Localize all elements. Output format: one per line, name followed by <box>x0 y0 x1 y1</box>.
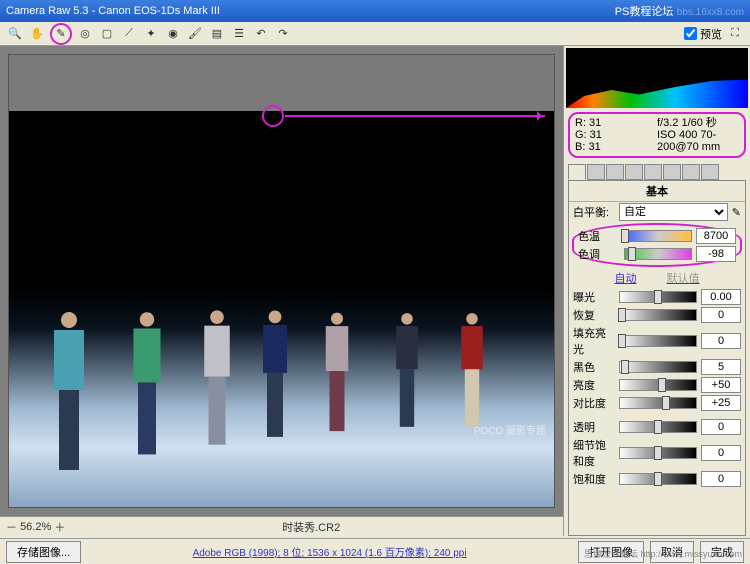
preview-pane: POCO 摄影专题 － 56.2% ＋ 时装秀.CR2 <box>0 46 564 536</box>
auto-link[interactable]: 自动 <box>615 270 637 286</box>
tint-value[interactable] <box>696 246 736 262</box>
rgb-r: R: 31 <box>575 117 657 129</box>
iso-info: ISO 400 70-200@70 mm <box>657 129 739 153</box>
preview-label: 预览 <box>700 26 722 42</box>
crop-icon[interactable]: ▢ <box>98 25 116 43</box>
watermark2: 思缘设计论坛 http://www.missyuan.com <box>584 547 742 560</box>
watermark: POCO 摄影专题 <box>474 422 546 437</box>
color-sampler-icon[interactable]: ◎ <box>76 25 94 43</box>
tab-preset[interactable] <box>701 164 719 180</box>
tab-detail[interactable] <box>606 164 624 180</box>
recovery-value[interactable] <box>701 307 741 323</box>
forum-label: PS教程论坛 <box>615 6 674 18</box>
white-balance-tool-icon[interactable]: ✎ <box>50 23 72 45</box>
rgb-g: G: 31 <box>575 129 657 141</box>
grad-filter-icon[interactable]: ▤ <box>208 25 226 43</box>
preview-checkbox[interactable]: 预览 <box>684 26 722 42</box>
sat-slider[interactable] <box>619 473 697 485</box>
default-link[interactable]: 默认值 <box>667 270 700 286</box>
exposure-value[interactable] <box>701 289 741 305</box>
clarity-label: 透明 <box>573 419 615 435</box>
tab-curve[interactable] <box>587 164 605 180</box>
temp-value[interactable] <box>696 228 736 244</box>
tab-hsl[interactable] <box>625 164 643 180</box>
recovery-slider[interactable] <box>619 309 697 321</box>
temp-label: 色温 <box>578 228 620 244</box>
black-slider[interactable] <box>619 361 697 373</box>
clarity-slider[interactable] <box>619 421 697 433</box>
filename-label: 时装秀.CR2 <box>65 519 557 535</box>
exposure-label: 曝光 <box>573 289 615 305</box>
histogram[interactable] <box>566 48 748 108</box>
wb-select[interactable]: 自定 <box>619 203 728 221</box>
bright-value[interactable] <box>701 377 741 393</box>
settings-pane: R: 31 G: 31 B: 31 f/3.2 1/60 秒 ISO 400 7… <box>564 46 750 536</box>
fill-label: 填充亮光 <box>573 325 615 357</box>
spot-icon[interactable]: ✦ <box>142 25 160 43</box>
prefs-icon[interactable]: ☰ <box>230 25 248 43</box>
tab-lens[interactable] <box>663 164 681 180</box>
bright-slider[interactable] <box>619 379 697 391</box>
zoom-icon[interactable]: 🔍 <box>6 25 24 43</box>
annotation-arrow <box>285 115 545 117</box>
zoom-plus-icon[interactable]: ＋ <box>54 519 65 535</box>
adjust-brush-icon[interactable]: 🖌 <box>186 25 204 43</box>
temp-slider[interactable] <box>624 230 692 242</box>
rotate-ccw-icon[interactable]: ↶ <box>252 25 270 43</box>
tab-camera[interactable] <box>682 164 700 180</box>
info-readout: R: 31 G: 31 B: 31 f/3.2 1/60 秒 ISO 400 7… <box>568 112 746 158</box>
black-label: 黑色 <box>573 359 615 375</box>
redeye-icon[interactable]: ◉ <box>164 25 182 43</box>
window-title: Camera Raw 5.3 - Canon EOS-1Ds Mark III <box>6 5 220 17</box>
vib-slider[interactable] <box>619 447 697 459</box>
preview-check-input[interactable] <box>684 27 697 40</box>
contrast-label: 对比度 <box>573 395 615 411</box>
panel-tabs <box>568 164 746 180</box>
rgb-b: B: 31 <box>575 141 657 153</box>
vib-label: 细节饱和度 <box>573 437 615 469</box>
bright-label: 亮度 <box>573 377 615 393</box>
recovery-label: 恢复 <box>573 307 615 323</box>
tab-split[interactable] <box>644 164 662 180</box>
tint-label: 色调 <box>578 246 620 262</box>
annotation-sample-point <box>262 105 284 127</box>
wb-label: 白平衡: <box>573 204 615 220</box>
titlebar: Camera Raw 5.3 - Canon EOS-1Ds Mark III … <box>0 0 750 22</box>
vib-value[interactable] <box>701 445 741 461</box>
wb-eyedrop-icon[interactable]: ✎ <box>732 206 741 219</box>
image-preview[interactable]: POCO 摄影专题 <box>8 54 555 508</box>
rotate-cw-icon[interactable]: ↷ <box>274 25 292 43</box>
exposure-slider[interactable] <box>619 291 697 303</box>
fill-value[interactable] <box>701 333 741 349</box>
basic-panel: 基本 白平衡: 自定 ✎ 色温 色调 自动 默认值 <box>568 180 746 536</box>
workflow-link[interactable]: Adobe RGB (1998); 8 位; 1536 x 1024 (1.6 … <box>87 544 572 559</box>
zoom-bar: － 56.2% ＋ 时装秀.CR2 <box>0 516 563 536</box>
contrast-slider[interactable] <box>619 397 697 409</box>
zoom-pct[interactable]: 56.2% <box>20 521 51 533</box>
fill-slider[interactable] <box>619 335 697 347</box>
save-button[interactable]: 存储图像... <box>6 541 81 563</box>
straighten-icon[interactable]: ⟋ <box>120 25 138 43</box>
toolbar: 🔍 ✋ ✎ ◎ ▢ ⟋ ✦ ◉ 🖌 ▤ ☰ ↶ ↷ 预览 ⛶ <box>0 22 750 46</box>
wb-sliders-annotation: 色温 色调 <box>572 223 742 267</box>
zoom-minus-icon[interactable]: － <box>6 519 17 535</box>
black-value[interactable] <box>701 359 741 375</box>
forum-url: bbs.16xx8.com <box>677 7 744 18</box>
sat-label: 饱和度 <box>573 471 615 487</box>
fullscreen-icon[interactable]: ⛶ <box>726 25 744 43</box>
panel-heading: 基本 <box>569 181 745 202</box>
contrast-value[interactable] <box>701 395 741 411</box>
sat-value[interactable] <box>701 471 741 487</box>
tab-basic[interactable] <box>568 164 586 180</box>
clarity-value[interactable] <box>701 419 741 435</box>
aperture-info: f/3.2 1/60 秒 <box>657 117 739 129</box>
hand-icon[interactable]: ✋ <box>28 25 46 43</box>
tint-slider[interactable] <box>624 248 692 260</box>
